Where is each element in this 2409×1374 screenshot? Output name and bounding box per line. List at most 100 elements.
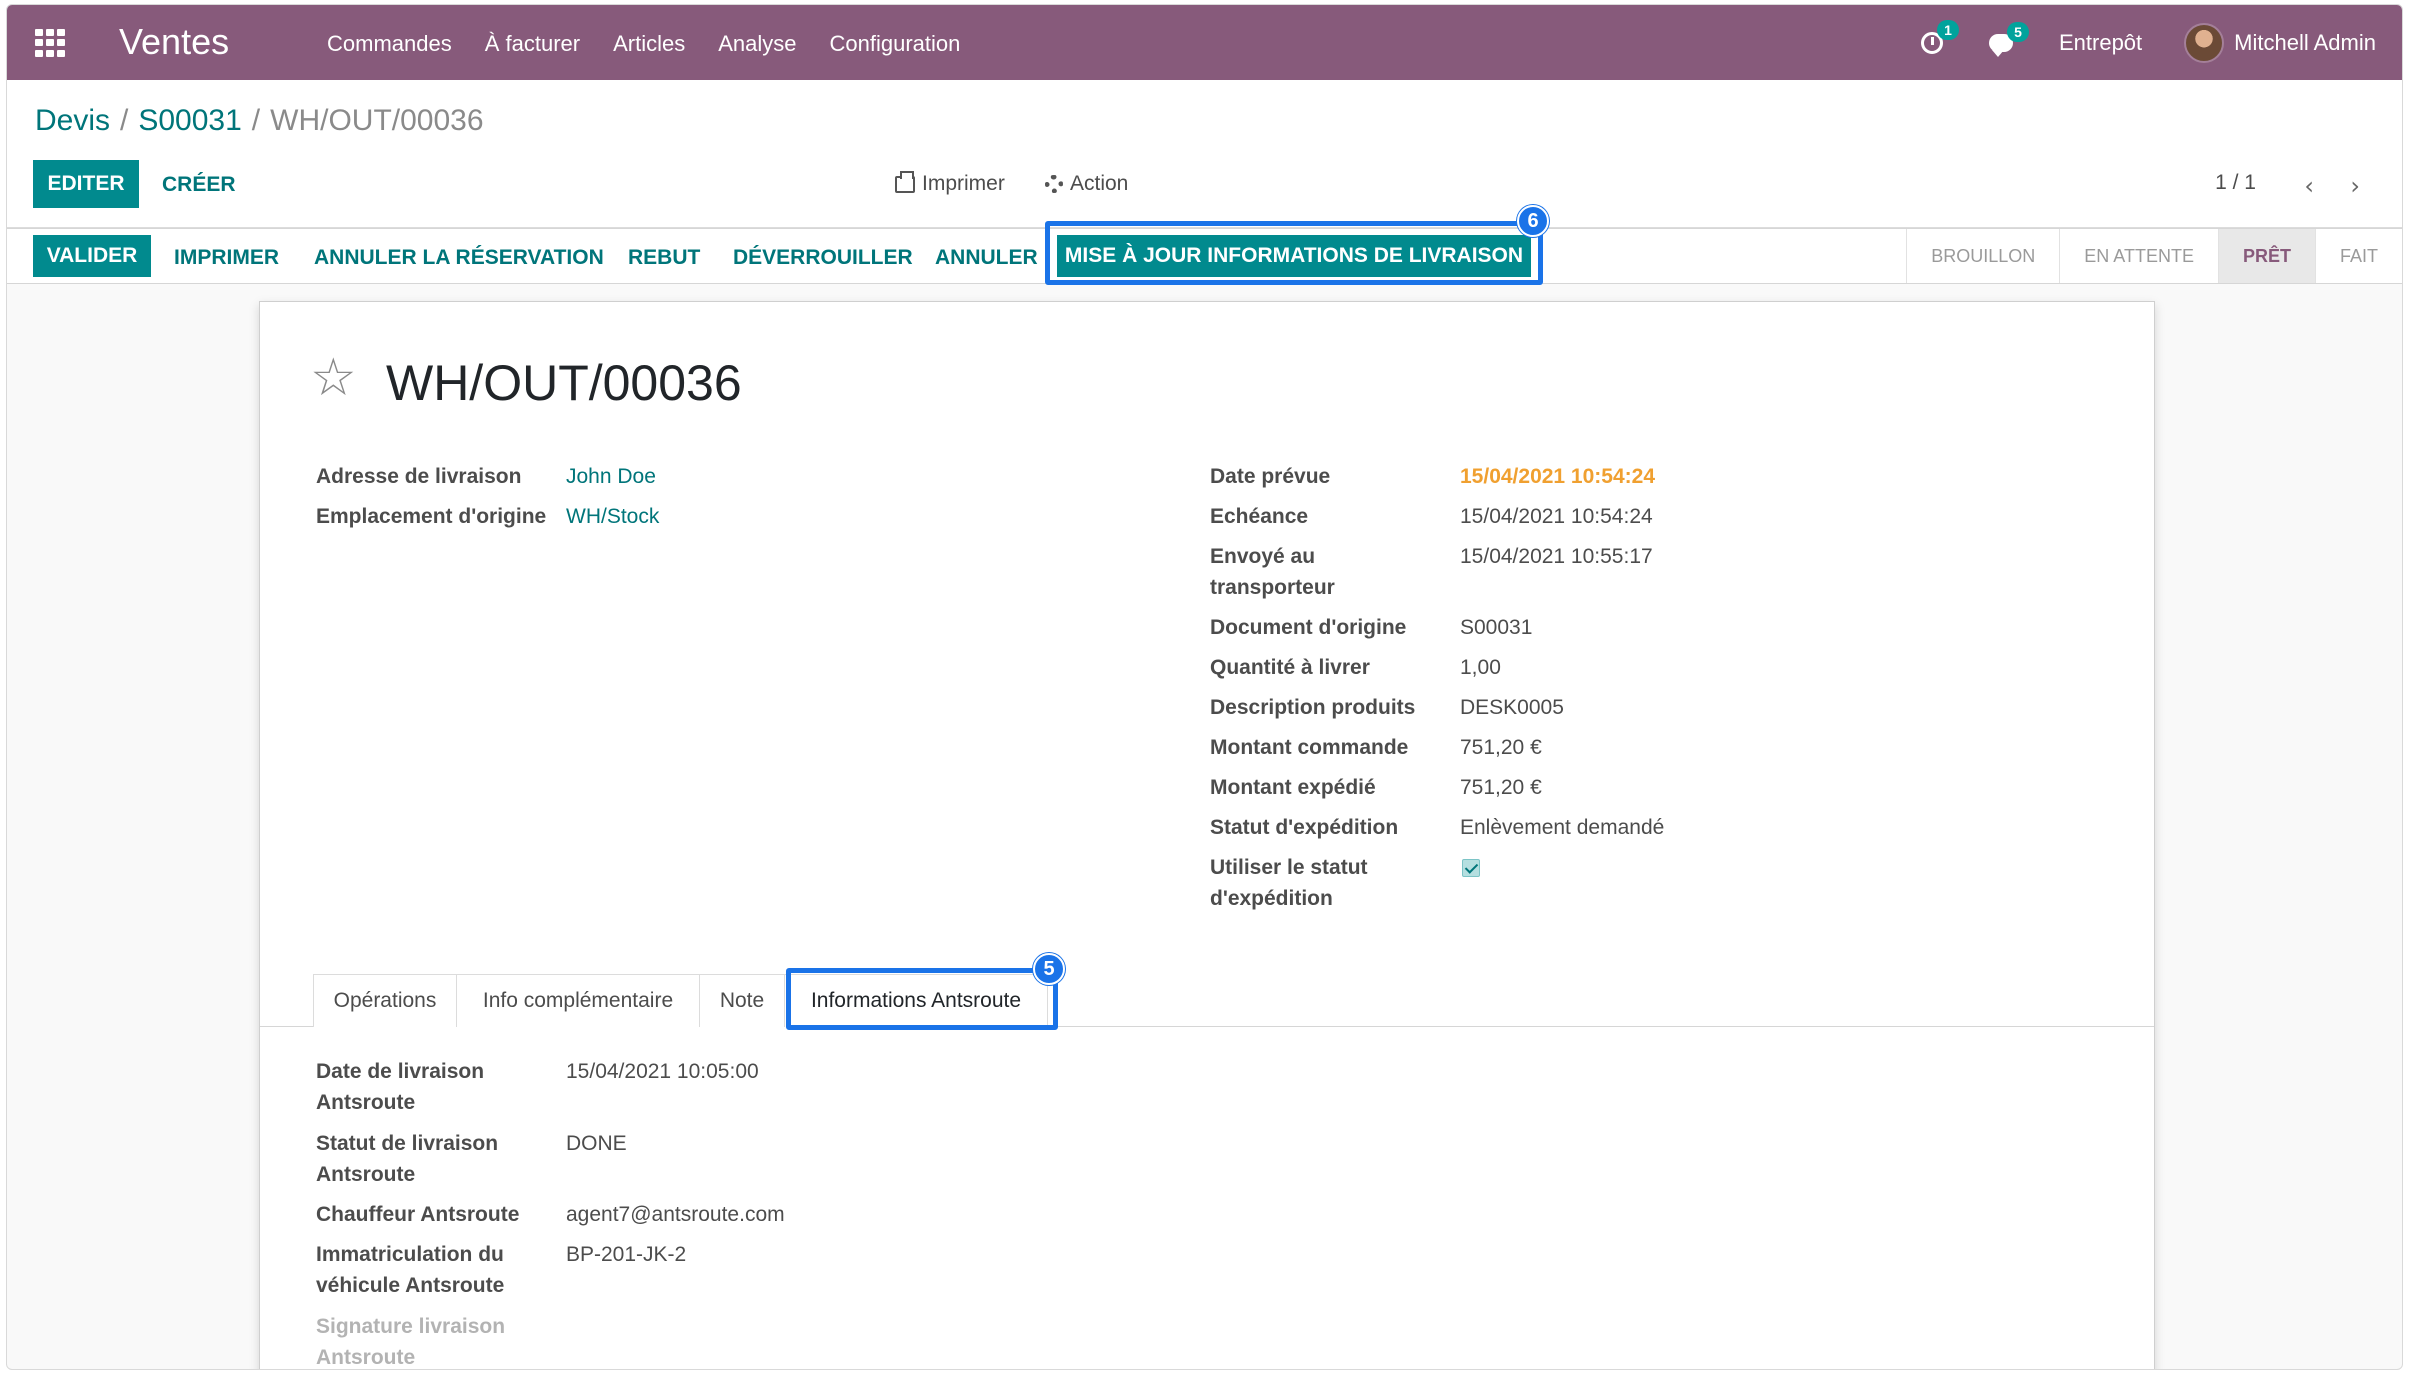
action-label: Action xyxy=(1070,172,1129,195)
menu-item-articles[interactable]: Articles xyxy=(613,31,685,57)
avatar xyxy=(2184,22,2225,63)
field-label-antsroute-delivery-status: Statut de livraison Antsroute xyxy=(316,1128,498,1190)
use-shipping-status-checkbox[interactable] xyxy=(1462,859,1480,877)
systray: 1 5 Entrepôt Mitchell Admin xyxy=(1920,5,2402,80)
label-line: Utiliser le statut xyxy=(1210,856,1368,879)
validate-button[interactable]: VALIDER xyxy=(33,235,151,277)
menu-item-a-facturer[interactable]: À facturer xyxy=(485,31,580,57)
print-menu[interactable]: Imprimer xyxy=(895,170,1005,196)
company-switcher[interactable]: Entrepôt xyxy=(2059,30,2142,56)
print-icon xyxy=(895,170,915,193)
breadcrumb-order[interactable]: S00031 xyxy=(138,104,241,138)
print-label: Imprimer xyxy=(922,172,1005,195)
action-menu[interactable]: Action xyxy=(1045,172,1128,196)
main-menu: Commandes À facturer Articles Analyse Co… xyxy=(327,31,960,57)
field-value-product-description: DESK0005 xyxy=(1460,696,1564,719)
label-line: Antsroute xyxy=(316,1346,416,1369)
user-name: Mitchell Admin xyxy=(2234,29,2376,55)
field-label-shipped-amount: Montant expédié xyxy=(1210,776,1376,799)
app-window: Ventes Commandes À facturer Articles Ana… xyxy=(6,4,2403,1370)
message-badge: 5 xyxy=(2006,21,2029,42)
menu-item-configuration[interactable]: Configuration xyxy=(830,31,961,57)
field-label-sent-to-carrier: Envoyé au transporteur xyxy=(1210,541,1335,603)
label-line: Immatriculation du xyxy=(316,1243,504,1266)
field-label-quantity: Quantité à livrer xyxy=(1210,656,1370,679)
scrap-button[interactable]: REBUT xyxy=(628,246,700,270)
activity-badge: 1 xyxy=(1936,19,1959,40)
step-done: FAIT xyxy=(2314,229,2402,283)
label-line: Antsroute xyxy=(316,1163,416,1186)
pager-value[interactable]: 1 / 1 xyxy=(2215,171,2256,195)
tab-antsroute[interactable]: Informations Antsroute xyxy=(784,974,1048,1027)
label-line: Envoyé au xyxy=(1210,545,1316,568)
record-title: WH/OUT/00036 xyxy=(386,355,742,411)
breadcrumb-separator: / xyxy=(251,104,261,137)
label-line: Signature livraison xyxy=(316,1315,506,1338)
field-value-antsroute-plate: BP-201-JK-2 xyxy=(566,1243,687,1266)
chevron-right-icon[interactable]: › xyxy=(2350,172,2360,200)
field-label-origin: Document d'origine xyxy=(1210,616,1407,639)
field-value-shipped-amount: 751,20 € xyxy=(1460,776,1542,799)
activity-menu[interactable]: 1 xyxy=(1920,19,1959,54)
app-title[interactable]: Ventes xyxy=(119,21,229,63)
status-steps: BROUILLON EN ATTENTE PRÊT FAIT xyxy=(1906,229,2402,283)
menu-item-commandes[interactable]: Commandes xyxy=(327,31,452,57)
tab-note[interactable]: Note xyxy=(699,974,785,1027)
app-grid-icon[interactable] xyxy=(35,29,65,57)
field-label-delivery-address: Adresse de livraison xyxy=(316,465,522,488)
user-menu[interactable]: Mitchell Admin xyxy=(2184,22,2376,63)
menu-item-analyse[interactable]: Analyse xyxy=(718,31,796,57)
field-label-shipping-status: Statut d'expédition xyxy=(1210,816,1399,839)
label-line: d'expédition xyxy=(1210,887,1333,910)
create-button[interactable]: CRÉER xyxy=(162,173,236,197)
breadcrumb-devis[interactable]: Devis xyxy=(35,104,110,138)
label-line: véhicule Antsroute xyxy=(316,1274,505,1297)
field-value-antsroute-driver: agent7@antsroute.com xyxy=(566,1203,785,1226)
step-waiting: EN ATTENTE xyxy=(2059,229,2218,283)
callout-badge-5: 5 xyxy=(1033,953,1065,985)
field-value-sent-to-carrier: 15/04/2021 10:55:17 xyxy=(1460,545,1653,568)
field-value-origin: S00031 xyxy=(1460,616,1533,639)
field-label-source-location: Emplacement d'origine xyxy=(316,505,547,528)
breadcrumb: Devis / S00031 / WH/OUT/00036 xyxy=(35,104,484,138)
field-value-antsroute-delivery-date: 15/04/2021 10:05:00 xyxy=(566,1060,759,1083)
messaging-menu[interactable]: 5 xyxy=(1988,21,2029,57)
field-label-scheduled-date: Date prévue xyxy=(1210,465,1331,488)
step-draft: BROUILLON xyxy=(1906,229,2059,283)
field-value-order-amount: 751,20 € xyxy=(1460,736,1542,759)
field-label-use-shipping-status: Utiliser le statut d'expédition xyxy=(1210,852,1368,914)
chevron-left-icon[interactable]: ‹ xyxy=(2304,172,2314,200)
edit-button[interactable]: EDITER xyxy=(33,160,139,208)
callout-badge-6: 6 xyxy=(1517,205,1549,237)
field-label-antsroute-delivery-date: Date de livraison Antsroute xyxy=(316,1056,484,1118)
label-line: Antsroute xyxy=(316,1091,416,1114)
top-navbar: Ventes Commandes À facturer Articles Ana… xyxy=(7,5,2402,80)
breadcrumb-separator: / xyxy=(120,104,129,137)
field-value-antsroute-delivery-status: DONE xyxy=(566,1132,627,1155)
field-value-scheduled-date: 15/04/2021 10:54:24 xyxy=(1460,465,1655,488)
gear-icon xyxy=(1045,175,1063,193)
unreserve-button[interactable]: ANNULER LA RÉSERVATION xyxy=(314,246,604,270)
field-value-shipping-status: Enlèvement demandé xyxy=(1460,816,1665,839)
print-picking-button[interactable]: IMPRIMER xyxy=(174,246,279,270)
field-value-source-location[interactable]: WH/Stock xyxy=(566,501,659,532)
field-label-product-description: Description produits xyxy=(1210,696,1416,719)
cancel-button[interactable]: ANNULER xyxy=(935,246,1038,270)
star-icon[interactable]: ☆ xyxy=(310,352,357,404)
control-panel: Devis / S00031 / WH/OUT/00036 EDITER CRÉ… xyxy=(7,80,2402,228)
unlock-button[interactable]: DÉVERROUILLER xyxy=(733,246,913,270)
status-bar: VALIDER IMPRIMER ANNULER LA RÉSERVATION … xyxy=(7,228,2402,284)
field-value-delivery-address[interactable]: John Doe xyxy=(566,461,656,492)
tab-operations[interactable]: Opérations xyxy=(313,974,457,1027)
field-value-quantity: 1,00 xyxy=(1460,656,1501,679)
field-label-antsroute-signature: Signature livraison Antsroute xyxy=(316,1311,506,1369)
tab-additional-info[interactable]: Info complémentaire xyxy=(456,974,700,1027)
field-label-order-amount: Montant commande xyxy=(1210,736,1409,759)
label-line: Date de livraison xyxy=(316,1060,485,1083)
field-label-deadline: Echéance xyxy=(1210,505,1309,528)
label-line: transporteur xyxy=(1210,576,1335,599)
field-label-antsroute-driver: Chauffeur Antsroute xyxy=(316,1203,520,1226)
label-line: Statut de livraison xyxy=(316,1132,499,1155)
update-delivery-info-button[interactable]: MISE À JOUR INFORMATIONS DE LIVRAISON xyxy=(1057,235,1531,277)
form-sheet: ☆ WH/OUT/00036 Adresse de livraison John… xyxy=(259,301,2155,1369)
